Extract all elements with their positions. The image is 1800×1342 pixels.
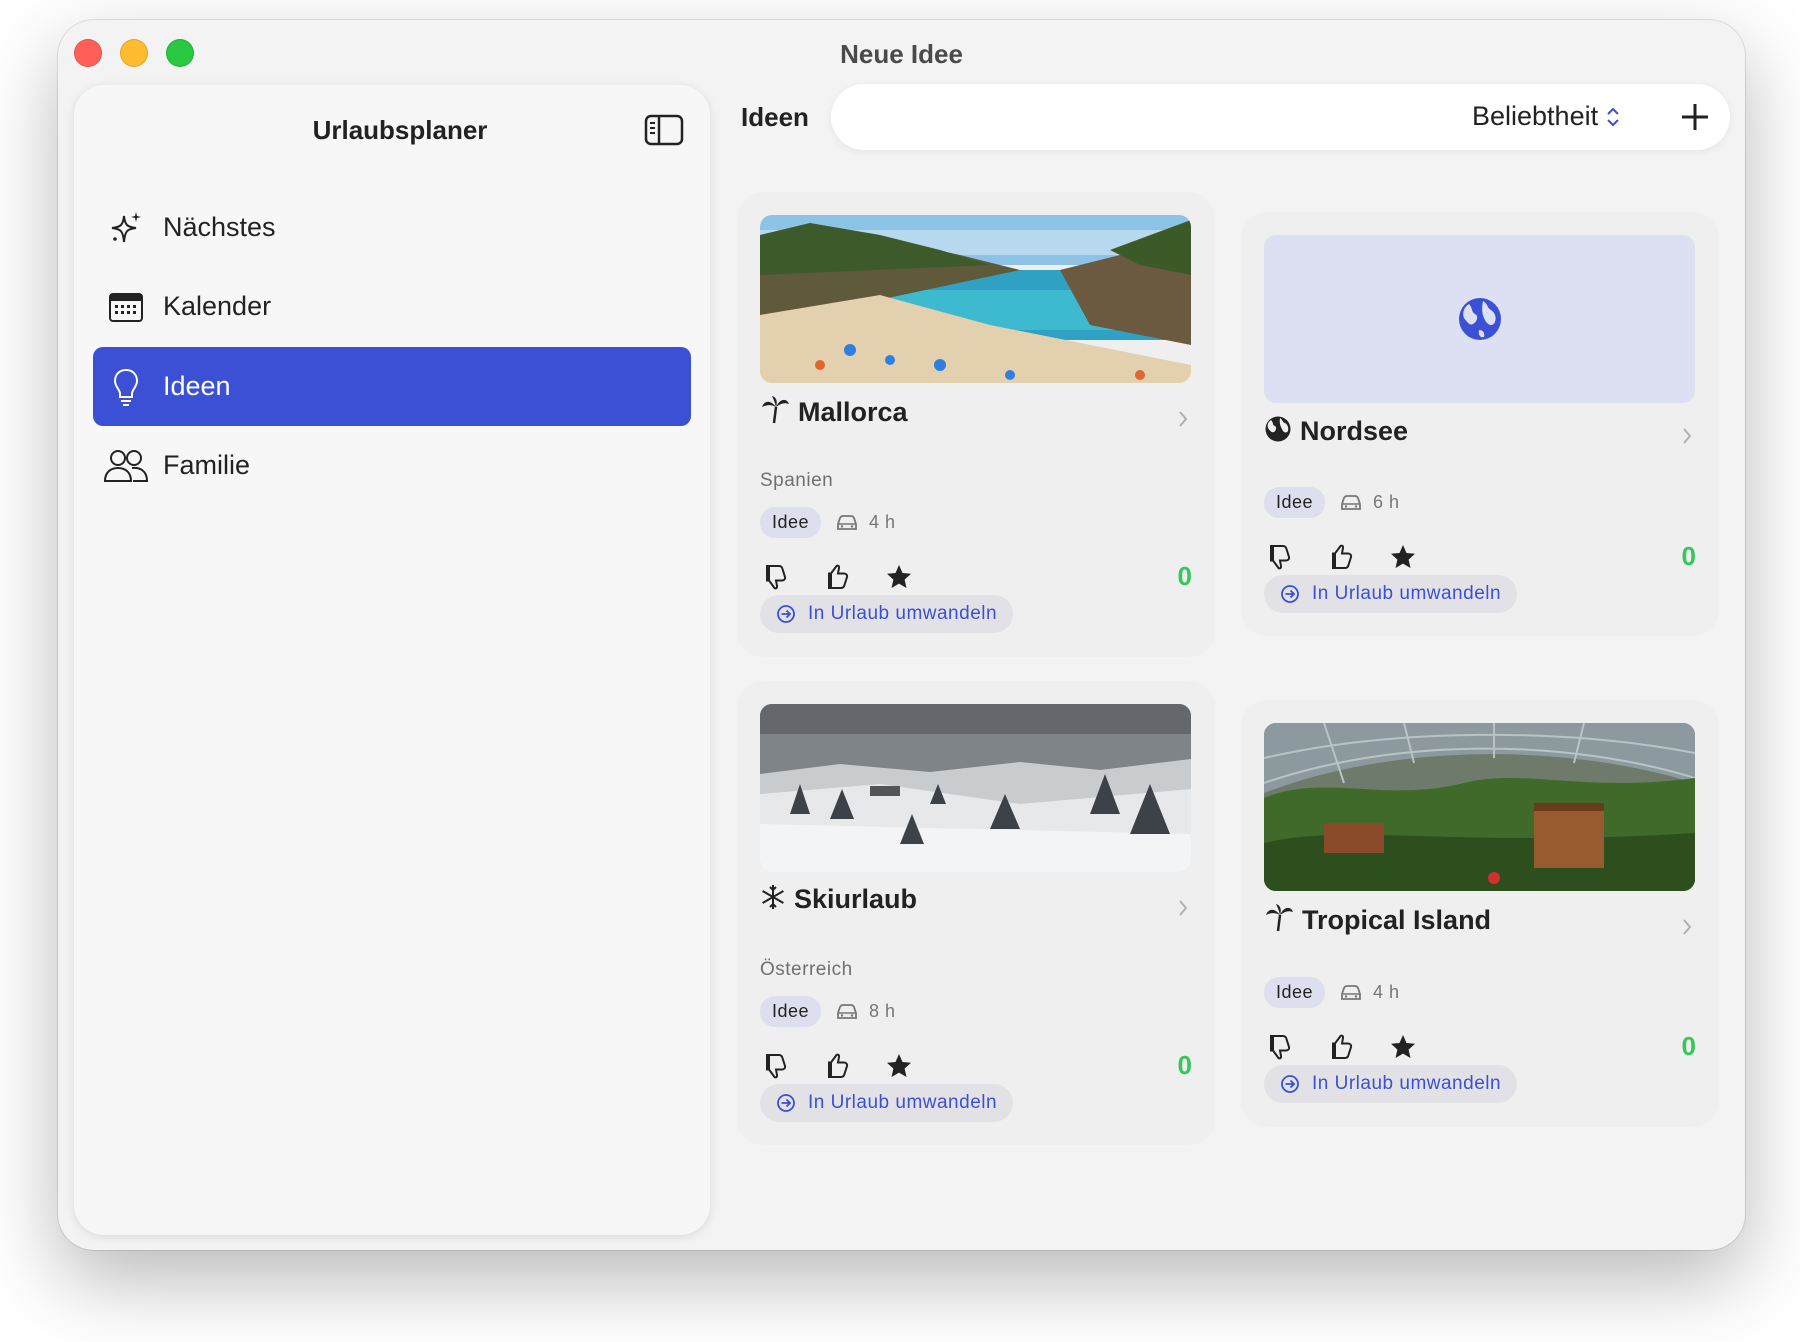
star-icon[interactable] (884, 562, 914, 592)
chevron-right-icon (1179, 411, 1188, 427)
star-icon[interactable] (884, 1051, 914, 1081)
card-meta: Idee 6 h (1264, 487, 1400, 518)
card-title: Skiurlaub (794, 884, 918, 914)
travel-duration: 8 h (869, 1001, 896, 1021)
card-title-row: Mallorca (760, 395, 908, 430)
card-title: Mallorca (798, 397, 908, 427)
convert-label: In Urlaub umwandeln (1312, 1073, 1502, 1094)
star-icon[interactable] (1388, 542, 1418, 572)
card-meta: Idee 4 h (1264, 977, 1400, 1008)
sparkles-icon (103, 205, 149, 251)
idea-card-tropical-island[interactable]: Tropical Island Idee 4 h 0 In Urlaub umw… (1241, 700, 1719, 1127)
card-actions: 0 (1264, 1031, 1696, 1062)
dome-photo (1264, 723, 1695, 891)
status-badge: Idee (1264, 487, 1326, 518)
card-subtitle: Spanien (760, 470, 834, 491)
thumbs-down-icon[interactable] (760, 1051, 790, 1081)
people-icon (103, 443, 149, 489)
status-badge: Idee (1264, 977, 1326, 1008)
thumbs-down-icon[interactable] (1264, 1032, 1294, 1062)
convert-to-vacation-button[interactable]: In Urlaub umwandeln (760, 1084, 1014, 1122)
sidebar-item-kalender[interactable]: Kalender (93, 267, 691, 346)
car-icon (1339, 984, 1363, 1002)
globe-icon (1458, 298, 1501, 340)
globe-icon (1264, 415, 1292, 448)
palm-tree-icon (760, 395, 790, 430)
car-icon (835, 1003, 859, 1021)
sidebar-item-label: Familie (163, 450, 251, 480)
window-title: Neue Idee (840, 39, 963, 69)
chevron-right-icon (1683, 428, 1692, 444)
sidebar-item-label: Nächstes (163, 212, 276, 242)
sidebar-item-ideen[interactable]: Ideen (93, 347, 691, 426)
thumbs-up-icon[interactable] (822, 1051, 852, 1081)
chevron-updown-icon (1607, 107, 1619, 126)
car-icon (1339, 494, 1363, 512)
score-value: 0 (1681, 1031, 1696, 1061)
thumbs-up-icon[interactable] (822, 562, 852, 592)
snow-photo (760, 704, 1191, 872)
app-window: Neue Idee Urlaubsplaner Nächstes Kalende… (58, 20, 1745, 1250)
travel-duration: 4 h (869, 512, 896, 532)
idea-card-mallorca[interactable]: Mallorca Spanien Idee 4 h 0 In Urlaub um… (737, 192, 1215, 657)
arrow-circle-icon (1281, 1075, 1299, 1093)
status-badge: Idee (760, 507, 822, 538)
page-title: Ideen (741, 102, 809, 132)
sidebar-item-label: Ideen (163, 371, 231, 401)
arrow-circle-icon (1281, 585, 1299, 603)
convert-to-vacation-button[interactable]: In Urlaub umwandeln (1264, 575, 1518, 613)
travel-duration: 6 h (1373, 492, 1400, 512)
thumbs-down-icon[interactable] (1264, 542, 1294, 572)
palm-tree-icon (1264, 903, 1294, 938)
sidebar-title: Urlaubsplaner (312, 115, 488, 145)
score-value: 0 (1177, 561, 1192, 591)
chevron-right-icon (1179, 900, 1188, 916)
beach-photo (760, 215, 1191, 383)
status-badge: Idee (760, 996, 822, 1027)
card-title: Tropical Island (1302, 905, 1492, 935)
sidebar-item-label: Kalender (163, 291, 272, 321)
globe-placeholder (1264, 235, 1695, 403)
arrow-circle-icon (777, 1094, 795, 1112)
card-title-row: Nordsee (1264, 415, 1408, 448)
card-title-row: Skiurlaub (760, 884, 917, 915)
sidebar-toggle-icon[interactable] (644, 114, 684, 146)
card-title: Nordsee (1300, 416, 1409, 446)
card-actions: 0 (1264, 541, 1696, 572)
thumbs-up-icon[interactable] (1326, 542, 1356, 572)
card-subtitle: Österreich (760, 959, 853, 980)
convert-label: In Urlaub umwandeln (808, 603, 998, 624)
convert-label: In Urlaub umwandeln (1312, 583, 1502, 604)
score-value: 0 (1177, 1050, 1192, 1080)
sort-label: Beliebtheit (1472, 101, 1599, 131)
sidebar-item-familie[interactable]: Familie (93, 426, 691, 505)
sort-button[interactable]: Beliebtheit (1472, 101, 1620, 132)
arrow-circle-icon (777, 605, 795, 623)
snowflake-icon (760, 884, 786, 915)
idea-card-nordsee[interactable]: Nordsee Idee 6 h 0 In Urlaub umwandeln (1241, 212, 1719, 636)
convert-to-vacation-button[interactable]: In Urlaub umwandeln (760, 595, 1014, 633)
convert-to-vacation-button[interactable]: In Urlaub umwandeln (1264, 1065, 1518, 1103)
thumbs-down-icon[interactable] (760, 562, 790, 592)
score-value: 0 (1681, 541, 1696, 571)
card-meta: Idee 8 h (760, 996, 896, 1027)
chevron-right-icon (1683, 919, 1692, 935)
card-actions: 0 (760, 1050, 1192, 1081)
travel-duration: 4 h (1373, 982, 1400, 1002)
card-title-row: Tropical Island (1264, 903, 1491, 938)
star-icon[interactable] (1388, 1032, 1418, 1062)
card-meta: Idee 4 h (760, 507, 896, 538)
calendar-icon (103, 284, 149, 330)
card-actions: 0 (760, 561, 1192, 592)
sidebar: Urlaubsplaner Nächstes Kalender Ideen Fa… (74, 85, 710, 1235)
lightbulb-icon (103, 364, 149, 410)
toolbar: Beliebtheit (831, 84, 1730, 150)
plus-icon[interactable] (1679, 101, 1711, 133)
convert-label: In Urlaub umwandeln (808, 1092, 998, 1113)
thumbs-up-icon[interactable] (1326, 1032, 1356, 1062)
idea-card-skiurlaub[interactable]: Skiurlaub Österreich Idee 8 h 0 In Urlau… (737, 681, 1215, 1145)
sidebar-item-naechstes[interactable]: Nächstes (93, 188, 691, 267)
car-icon (835, 514, 859, 532)
